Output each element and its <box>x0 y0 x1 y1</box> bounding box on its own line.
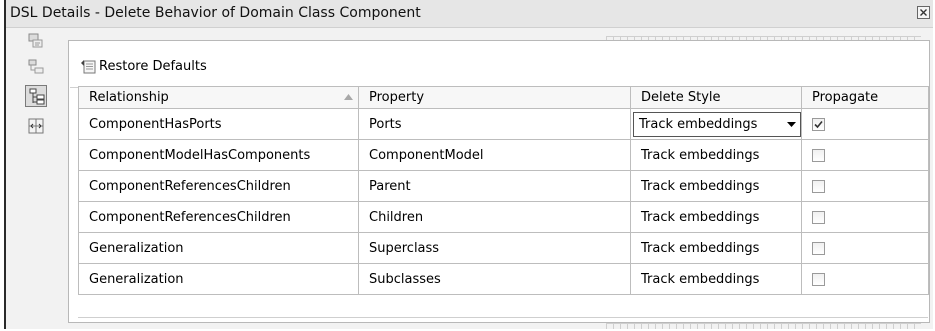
class-data-icon <box>28 33 43 48</box>
propagate-checkbox[interactable] <box>812 117 825 131</box>
propagate-cell <box>801 170 929 202</box>
propagate-cell <box>801 139 929 171</box>
column-header-relationship[interactable]: Relationship <box>78 86 359 109</box>
propagate-checkbox[interactable] <box>812 272 825 286</box>
property-cell[interactable]: ComponentModel <box>358 139 631 171</box>
propagate-checkbox[interactable] <box>812 148 825 162</box>
sort-ascending-icon <box>344 94 353 100</box>
property-cell[interactable]: Children <box>358 201 631 233</box>
shape-map-tool-button[interactable] <box>25 56 47 78</box>
window-title: DSL Details - Delete Behavior of Domain … <box>10 5 421 21</box>
restore-defaults-icon <box>81 60 96 74</box>
table-row: Generalization Subclasses Track embeddin… <box>78 263 929 295</box>
serialization-tool-button[interactable] <box>25 115 47 137</box>
shape-map-icon <box>28 59 44 74</box>
close-icon <box>920 9 927 16</box>
relationship-cell[interactable]: Generalization <box>78 263 359 295</box>
delete-behavior-grid: Relationship Property Delete Style Propa… <box>78 86 929 295</box>
delete-behavior-icon <box>29 88 45 105</box>
dsl-details-window: DSL Details - Delete Behavior of Domain … <box>4 0 933 329</box>
decorative-divider <box>606 323 921 329</box>
table-row: ComponentReferencesChildren Parent Track… <box>78 170 929 202</box>
restore-defaults-label: Restore Defaults <box>99 58 207 74</box>
delete-style-cell[interactable]: Track embeddings <box>630 108 802 140</box>
dropdown-arrow-icon[interactable] <box>782 121 800 127</box>
delete-behavior-tool-button[interactable] <box>25 85 47 107</box>
delete-style-cell[interactable]: Track embeddings <box>630 170 802 202</box>
column-header-propagate[interactable]: Propagate <box>801 86 929 109</box>
propagate-cell <box>801 263 929 295</box>
propagate-checkbox[interactable] <box>812 210 825 224</box>
relationship-cell[interactable]: ComponentModelHasComponents <box>78 139 359 171</box>
delete-style-dropdown-value: Track embeddings <box>639 116 758 132</box>
column-header-property-label: Property <box>369 90 425 105</box>
property-cell[interactable]: Ports <box>358 108 631 140</box>
delete-style-cell[interactable]: Track embeddings <box>630 201 802 233</box>
propagate-cell <box>801 108 929 140</box>
close-button[interactable] <box>917 6 930 19</box>
delete-style-dropdown[interactable]: Track embeddings <box>633 111 801 137</box>
propagate-cell <box>801 232 929 264</box>
table-row: ComponentHasPorts Ports Track embeddings <box>78 108 929 140</box>
column-header-delete-style[interactable]: Delete Style <box>630 86 802 109</box>
restore-defaults-button[interactable]: Restore Defaults <box>80 57 207 75</box>
table-row: ComponentReferencesChildren Children Tra… <box>78 201 929 233</box>
delete-style-cell[interactable]: Track embeddings <box>630 232 802 264</box>
relationship-cell[interactable]: ComponentHasPorts <box>78 108 359 140</box>
serialization-icon <box>28 118 44 134</box>
delete-behavior-panel: Restore Defaults Relationship Property D… <box>68 40 930 323</box>
title-bar: DSL Details - Delete Behavior of Domain … <box>6 0 933 28</box>
delete-style-cell[interactable]: Track embeddings <box>630 263 802 295</box>
table-row: ComponentModelHasComponents ComponentMod… <box>78 139 929 171</box>
grid-bottom-border <box>78 317 928 321</box>
property-cell[interactable]: Parent <box>358 170 631 202</box>
panel-toolbar: Restore Defaults <box>70 42 928 88</box>
property-cell[interactable]: Superclass <box>358 232 631 264</box>
relationship-cell[interactable]: ComponentReferencesChildren <box>78 170 359 202</box>
delete-style-cell[interactable]: Track embeddings <box>630 139 802 171</box>
propagate-cell <box>801 201 929 233</box>
relationship-cell[interactable]: ComponentReferencesChildren <box>78 201 359 233</box>
propagate-checkbox[interactable] <box>812 179 825 193</box>
propagate-checkbox[interactable] <box>812 241 825 255</box>
grid-header-row: Relationship Property Delete Style Propa… <box>78 86 929 109</box>
column-header-property[interactable]: Property <box>358 86 631 109</box>
column-header-relationship-label: Relationship <box>89 90 169 105</box>
table-row: Generalization Superclass Track embeddin… <box>78 232 929 264</box>
side-toolbar <box>6 28 64 328</box>
checkmark-icon <box>814 120 823 128</box>
relationship-cell[interactable]: Generalization <box>78 232 359 264</box>
property-cell[interactable]: Subclasses <box>358 263 631 295</box>
column-header-propagate-label: Propagate <box>812 90 879 105</box>
class-data-tool-button[interactable] <box>25 30 47 52</box>
column-header-delete-style-label: Delete Style <box>641 90 721 105</box>
